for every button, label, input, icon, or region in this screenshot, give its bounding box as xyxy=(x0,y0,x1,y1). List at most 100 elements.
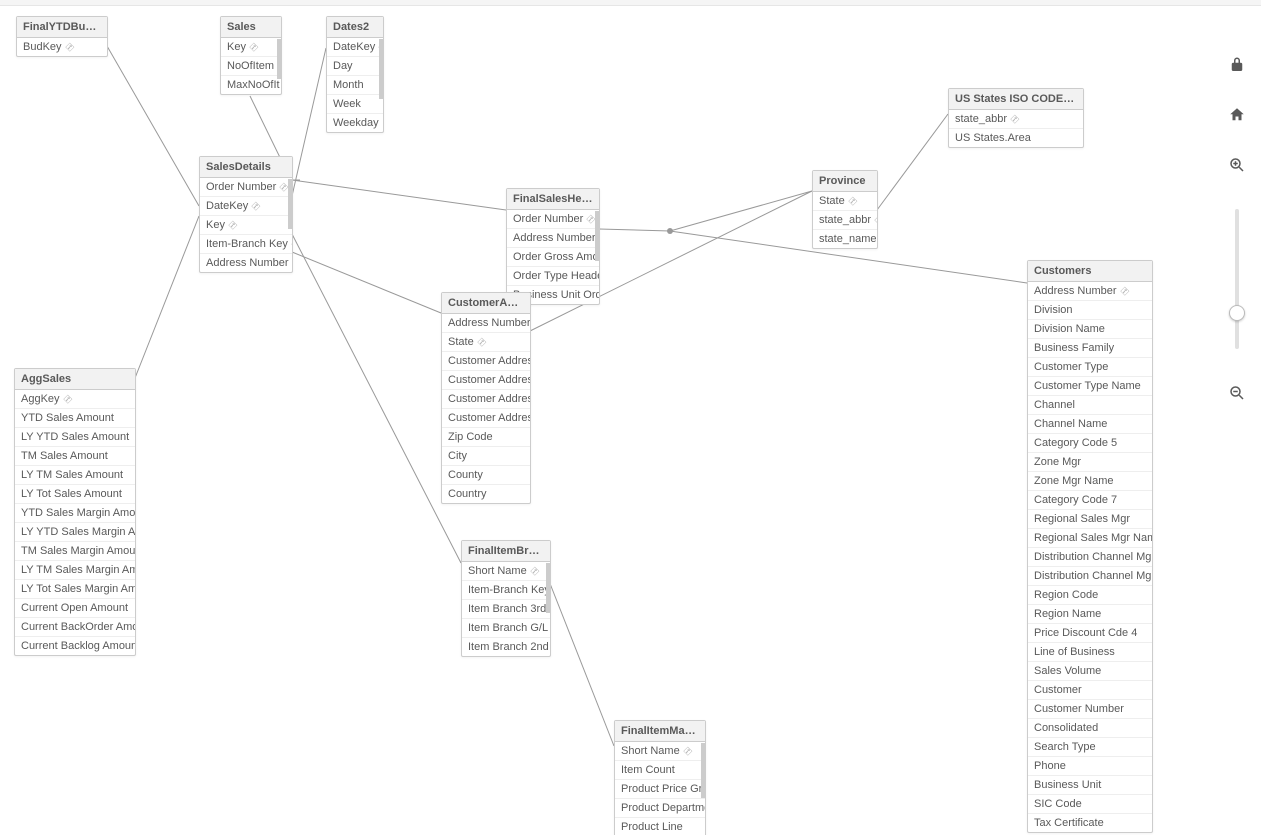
field-row[interactable]: Phone xyxy=(1028,757,1152,776)
scrollbar[interactable] xyxy=(277,39,281,79)
field-row[interactable]: Consolidated xyxy=(1028,719,1152,738)
scrollbar[interactable] xyxy=(379,39,383,99)
field-row[interactable]: state_abbr⚿ xyxy=(813,211,877,230)
field-row[interactable]: Zip Code xyxy=(442,428,530,447)
field-row[interactable]: Sales Volume xyxy=(1028,662,1152,681)
table-finalytdbudget[interactable]: FinalYTDBudget BudKey⚿ xyxy=(16,16,108,57)
table-province[interactable]: Province State⚿state_abbr⚿state_name xyxy=(812,170,878,249)
field-row[interactable]: Business Unit xyxy=(1028,776,1152,795)
field-row[interactable]: Month xyxy=(327,76,383,95)
field-row[interactable]: Category Code 5 xyxy=(1028,434,1152,453)
field-row[interactable]: Distribution Channel Mgr xyxy=(1028,548,1152,567)
field-row[interactable]: LY Tot Sales Amount xyxy=(15,485,135,504)
table-usstates[interactable]: US States ISO CODE 2 polygons state_abbr… xyxy=(948,88,1084,148)
lock-button[interactable] xyxy=(1227,55,1247,75)
field-row[interactable]: Customer xyxy=(1028,681,1152,700)
field-row[interactable]: Category Code 7 xyxy=(1028,491,1152,510)
field-row[interactable]: SIC Code xyxy=(1028,795,1152,814)
field-row[interactable]: Business Family xyxy=(1028,339,1152,358)
field-row[interactable]: Current Open Amount xyxy=(15,599,135,618)
field-row[interactable]: Item-Branch Key⚿ xyxy=(200,235,292,254)
zoom-slider-handle[interactable] xyxy=(1229,305,1245,321)
field-row[interactable]: AggKey⚿ xyxy=(15,390,135,409)
field-row[interactable]: Customer Address 2 xyxy=(442,371,530,390)
field-row[interactable]: Address Number⚿ xyxy=(442,314,530,333)
field-row[interactable]: Order Number⚿ xyxy=(507,210,599,229)
field-row[interactable]: Address Number⚿ xyxy=(1028,282,1152,301)
field-row[interactable]: Customer Address 4 xyxy=(442,409,530,428)
field-row[interactable]: LY TM Sales Margin Amount xyxy=(15,561,135,580)
field-row[interactable]: Zone Mgr Name xyxy=(1028,472,1152,491)
field-row[interactable]: Item Branch G/L Ca… xyxy=(462,619,550,638)
field-row[interactable]: TM Sales Amount xyxy=(15,447,135,466)
field-row[interactable]: Search Type xyxy=(1028,738,1152,757)
field-row[interactable]: Order Type Header xyxy=(507,267,599,286)
field-row[interactable]: Zone Mgr xyxy=(1028,453,1152,472)
field-row[interactable]: Key⚿ xyxy=(221,38,281,57)
table-aggsales[interactable]: AggSales AggKey⚿YTD Sales AmountLY YTD S… xyxy=(14,368,136,656)
table-dates2[interactable]: Dates2 DateKey⚿DayMonthWeekWeekday xyxy=(326,16,384,133)
field-row[interactable]: Region Code xyxy=(1028,586,1152,605)
field-row[interactable]: Product Department xyxy=(615,799,705,818)
field-row[interactable]: DateKey⚿ xyxy=(200,197,292,216)
field-row[interactable]: County xyxy=(442,466,530,485)
table-salesdetails[interactable]: SalesDetails Order Number⚿DateKey⚿Key⚿It… xyxy=(199,156,293,273)
field-row[interactable]: state_abbr⚿ xyxy=(949,110,1083,129)
field-row[interactable]: Product Line xyxy=(615,818,705,835)
field-row[interactable]: state_name xyxy=(813,230,877,248)
field-row[interactable]: State⚿ xyxy=(442,333,530,352)
field-row[interactable]: YTD Sales Margin Amount xyxy=(15,504,135,523)
field-row[interactable]: Order Gross Amount xyxy=(507,248,599,267)
scrollbar[interactable] xyxy=(288,179,292,229)
field-row[interactable]: BudKey⚿ xyxy=(17,38,107,56)
field-row[interactable]: Current BackOrder Amount xyxy=(15,618,135,637)
field-row[interactable]: LY YTD Sales Amount xyxy=(15,428,135,447)
field-row[interactable]: Customer Type xyxy=(1028,358,1152,377)
field-row[interactable]: Division xyxy=(1028,301,1152,320)
field-row[interactable]: Item-Branch Key⚿ xyxy=(462,581,550,600)
field-row[interactable]: Regional Sales Mgr xyxy=(1028,510,1152,529)
table-sales[interactable]: Sales Key⚿NoOfItemMaxNoOfIt… xyxy=(220,16,282,95)
field-row[interactable]: Regional Sales Mgr Name xyxy=(1028,529,1152,548)
table-customeraddress[interactable]: CustomerAddres… Address Number⚿State⚿Cus… xyxy=(441,292,531,504)
field-row[interactable]: Customer Address 1 xyxy=(442,352,530,371)
field-row[interactable]: Customer Number xyxy=(1028,700,1152,719)
field-row[interactable]: Tax Certificate xyxy=(1028,814,1152,832)
field-row[interactable]: Week xyxy=(327,95,383,114)
scrollbar[interactable] xyxy=(701,743,705,798)
field-row[interactable]: Country xyxy=(442,485,530,503)
table-finalsalesheader[interactable]: FinalSalesHeader Order Number⚿Address Nu… xyxy=(506,188,600,305)
field-row[interactable]: Distribution Channel Mgr Name xyxy=(1028,567,1152,586)
field-row[interactable]: Channel Name xyxy=(1028,415,1152,434)
field-row[interactable]: Short Name⚿ xyxy=(462,562,550,581)
field-row[interactable]: LY YTD Sales Margin Amount xyxy=(15,523,135,542)
zoom-in-button[interactable] xyxy=(1227,155,1247,175)
field-row[interactable]: Price Discount Cde 4 xyxy=(1028,624,1152,643)
field-row[interactable]: Customer Address 3 xyxy=(442,390,530,409)
field-row[interactable]: Current Backlog Amount xyxy=(15,637,135,655)
home-button[interactable] xyxy=(1227,105,1247,125)
field-row[interactable]: Customer Type Name xyxy=(1028,377,1152,396)
field-row[interactable]: Line of Business xyxy=(1028,643,1152,662)
field-row[interactable]: Order Number⚿ xyxy=(200,178,292,197)
field-row[interactable]: MaxNoOfIt… xyxy=(221,76,281,94)
field-row[interactable]: State⚿ xyxy=(813,192,877,211)
field-row[interactable]: NoOfItem xyxy=(221,57,281,76)
field-row[interactable]: Item Count xyxy=(615,761,705,780)
field-row[interactable]: Region Name xyxy=(1028,605,1152,624)
data-model-canvas[interactable]: FinalYTDBudget BudKey⚿ Sales Key⚿NoOfIte… xyxy=(0,6,1261,835)
field-row[interactable]: City xyxy=(442,447,530,466)
scrollbar[interactable] xyxy=(595,211,599,261)
table-finalitemmaster[interactable]: FinalItemMaster Short Name⚿Item CountPro… xyxy=(614,720,706,835)
field-row[interactable]: Item Branch 2nd It… xyxy=(462,638,550,656)
field-row[interactable]: Key⚿ xyxy=(200,216,292,235)
field-row[interactable]: TM Sales Margin Amount xyxy=(15,542,135,561)
field-row[interactable]: US States.Area xyxy=(949,129,1083,147)
zoom-slider[interactable] xyxy=(1235,209,1239,349)
field-row[interactable]: Weekday xyxy=(327,114,383,132)
field-row[interactable]: LY Tot Sales Margin Amount xyxy=(15,580,135,599)
field-row[interactable]: Channel xyxy=(1028,396,1152,415)
field-row[interactable]: LY TM Sales Amount xyxy=(15,466,135,485)
field-row[interactable]: Day xyxy=(327,57,383,76)
table-finalitembranch[interactable]: FinalItemBranch Short Name⚿Item-Branch K… xyxy=(461,540,551,657)
